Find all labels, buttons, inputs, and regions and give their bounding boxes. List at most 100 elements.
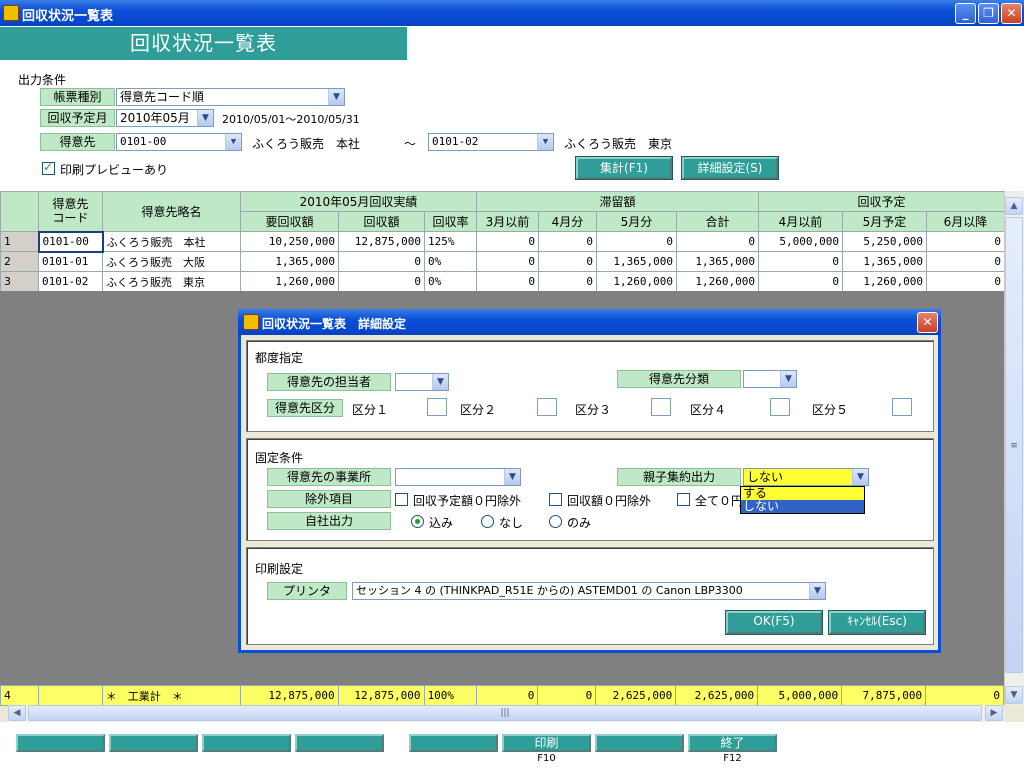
fkey-4[interactable] xyxy=(295,734,384,752)
kubun-4-input[interactable] xyxy=(770,398,790,416)
cell[interactable]: 0 xyxy=(758,271,843,292)
row-number: 4 xyxy=(0,685,39,706)
minimize-button[interactable]: _ xyxy=(955,3,976,24)
cell-code[interactable]: 0101-01 xyxy=(38,251,103,272)
kubun-1-input[interactable] xyxy=(427,398,447,416)
class-select[interactable]: ▼ xyxy=(743,370,797,388)
report-type-value: 得意先コード順 xyxy=(120,90,205,104)
cell[interactable]: 0 xyxy=(538,251,597,272)
exclude-plan-zero-checkbox[interactable] xyxy=(395,493,408,506)
exclude-received-zero-checkbox[interactable] xyxy=(549,493,562,506)
cell[interactable]: 1,260,000 xyxy=(842,271,927,292)
fkey-3[interactable] xyxy=(202,734,291,752)
fkey-5[interactable] xyxy=(409,734,498,752)
cell[interactable]: 0 xyxy=(476,271,539,292)
kubun-5-input[interactable] xyxy=(892,398,912,416)
cancel-button[interactable]: ｷｬﾝｾﾙ(Esc) xyxy=(829,611,925,634)
ok-button[interactable]: OK(F5) xyxy=(726,611,822,634)
dialog-close-button[interactable]: ✕ xyxy=(917,312,938,333)
cell[interactable]: 0 xyxy=(538,231,597,252)
cell[interactable]: 0 xyxy=(538,271,597,292)
cell-name[interactable]: ふくろう販売 大阪 xyxy=(102,251,241,272)
section-each-time: 都度指定 得意先の担当者 ▼ 得意先分類 ▼ 得意先区分 区分１ 区分２ 区分３… xyxy=(246,340,934,432)
cell[interactable]: 0 xyxy=(926,251,1005,272)
print-button[interactable]: 印刷 xyxy=(502,734,591,752)
kubun-5-label: 区分５ xyxy=(812,403,849,417)
cell[interactable]: 10,250,000 xyxy=(240,231,339,252)
detail-settings-button[interactable]: 詳細設定(S) xyxy=(682,157,778,179)
scroll-right-icon[interactable]: ▶ xyxy=(985,705,1003,721)
exclude-all-zero-checkbox[interactable] xyxy=(677,493,690,506)
app-icon xyxy=(3,5,19,21)
cell[interactable]: 0 xyxy=(596,231,677,252)
horizontal-scrollbar[interactable]: ◀ ||| ▶ xyxy=(8,705,1004,722)
printer-value: セッション 4 の (THINKPAD_R51E からの) ASTEMD01 の… xyxy=(356,584,743,597)
table-row[interactable]: 1 0101-00 ふくろう販売 本社 10,250,000 12,875,00… xyxy=(0,230,1005,253)
cell[interactable]: 12,875,000 xyxy=(338,231,425,252)
own-none-radio[interactable] xyxy=(481,515,494,528)
header-col: 3月以前 xyxy=(476,211,539,232)
cell-name[interactable]: ふくろう販売 本社 xyxy=(102,231,241,252)
cell[interactable]: 0 xyxy=(676,231,759,252)
customer-from-select[interactable]: 0101-00 ▼ xyxy=(116,133,242,151)
cell[interactable]: 0% xyxy=(424,251,477,272)
cell[interactable]: 125% xyxy=(424,231,477,252)
customer-to-select[interactable]: 0101-02 ▼ xyxy=(428,133,554,151)
cell[interactable]: 0% xyxy=(424,271,477,292)
report-type-select[interactable]: 得意先コード順 ▼ xyxy=(116,88,345,106)
cell[interactable]: 1,365,000 xyxy=(596,251,677,272)
scroll-thumb[interactable]: ≡ xyxy=(1005,217,1023,673)
cell[interactable]: 1,260,000 xyxy=(676,271,759,292)
section-title: 固定条件 xyxy=(255,451,304,465)
staff-select[interactable]: ▼ xyxy=(395,373,449,391)
scroll-thumb[interactable]: ||| xyxy=(28,705,982,721)
cell-code[interactable]: 0101-02 xyxy=(38,271,103,292)
own-only-radio[interactable] xyxy=(549,515,562,528)
kubun-2-input[interactable] xyxy=(537,398,557,416)
table-row[interactable]: 2 0101-01 ふくろう販売 大阪 1,365,000 0 0% 0 0 1… xyxy=(0,251,1005,272)
cell[interactable]: 1,365,000 xyxy=(842,251,927,272)
own-include-radio[interactable] xyxy=(411,515,424,528)
scroll-left-icon[interactable]: ◀ xyxy=(8,705,26,721)
close-button[interactable]: ✕ xyxy=(1001,3,1022,24)
cell[interactable]: 1,365,000 xyxy=(240,251,339,272)
fkey-2[interactable] xyxy=(109,734,198,752)
cell[interactable]: 1,260,000 xyxy=(596,271,677,292)
dropdown-option-selected[interactable]: しない xyxy=(741,500,864,513)
preview-checkbox[interactable] xyxy=(42,160,55,175)
maximize-button[interactable]: ❐ xyxy=(978,3,999,24)
cell-code[interactable]: 0101-00 xyxy=(37,230,104,253)
total-cell: 5,000,000 xyxy=(757,685,843,706)
scroll-down-icon[interactable]: ▼ xyxy=(1005,686,1023,704)
fkey-1[interactable] xyxy=(16,734,105,752)
cell[interactable]: 0 xyxy=(926,271,1005,292)
cell[interactable]: 0 xyxy=(758,251,843,272)
month-select[interactable]: 2010年05月 ▼ xyxy=(116,109,214,127)
fkey-7[interactable] xyxy=(595,734,684,752)
title-bar: 回収状況一覧表 _ ❐ ✕ xyxy=(0,0,1024,26)
cell[interactable]: 0 xyxy=(926,231,1005,252)
table-row[interactable]: 3 0101-02 ふくろう販売 東京 1,260,000 0 0% 0 0 1… xyxy=(0,271,1005,292)
cell[interactable]: 5,250,000 xyxy=(842,231,927,252)
vertical-scrollbar[interactable]: ▲ ≡ ▼ xyxy=(1004,191,1024,705)
scroll-up-icon[interactable]: ▲ xyxy=(1005,197,1023,215)
sum-button[interactable]: 集計(F1) xyxy=(576,157,672,179)
cell[interactable]: 0 xyxy=(476,231,539,252)
office-select[interactable]: ▼ xyxy=(395,468,521,486)
cell-name[interactable]: ふくろう販売 東京 xyxy=(102,271,241,292)
section-title: 都度指定 xyxy=(255,351,304,365)
header-col: 4月以前 xyxy=(758,211,843,232)
chevron-down-icon: ▼ xyxy=(780,371,796,387)
dialog-title-bar: 回収状況一覧表 詳細設定 ✕ xyxy=(238,309,941,335)
cell[interactable]: 1,365,000 xyxy=(676,251,759,272)
header-group-overdue: 滞留額 xyxy=(476,191,759,212)
cell[interactable]: 5,000,000 xyxy=(758,231,843,252)
cell[interactable]: 0 xyxy=(476,251,539,272)
oyako-select[interactable]: しない ▼ xyxy=(743,468,869,486)
printer-select[interactable]: セッション 4 の (THINKPAD_R51E からの) ASTEMD01 の… xyxy=(352,582,826,600)
cell[interactable]: 0 xyxy=(338,251,425,272)
cell[interactable]: 1,260,000 xyxy=(240,271,339,292)
end-button[interactable]: 終了 xyxy=(688,734,777,752)
cell[interactable]: 0 xyxy=(338,271,425,292)
kubun-3-input[interactable] xyxy=(651,398,671,416)
